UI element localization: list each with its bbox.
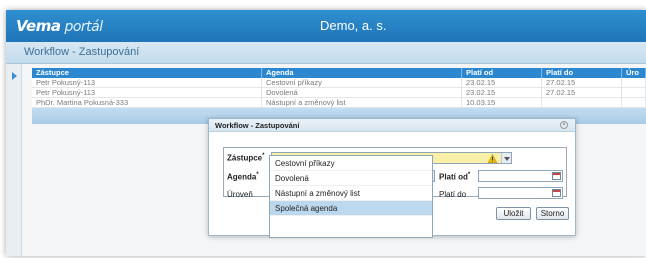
cell-plati-do: 27.02.15 [542, 78, 622, 87]
close-icon[interactable]: × [560, 121, 568, 129]
cell-zastupce: Petr Pokusný-113 [32, 78, 262, 87]
calendar-icon[interactable] [552, 189, 561, 197]
module-bar: Workflow - Zastupování [6, 42, 646, 64]
agenda-label: Agenda* [227, 172, 259, 182]
vema-logo[interactable]: Vema portál [16, 17, 103, 35]
plati-od-date-input[interactable] [478, 170, 563, 182]
logo-tail: portál [64, 19, 103, 35]
cell-plati-od: 10.03.15 [462, 98, 542, 107]
cell-agenda: Dovolená [262, 88, 462, 97]
cell-plati-do [542, 98, 622, 107]
cell-uroven [622, 78, 646, 87]
agenda-dropdown-list: Cestovní příkazy Dovolená Nástupní a změ… [269, 155, 433, 238]
table-row[interactable]: Petr Pokusný-113 Dovolená 23.02.15 27.02… [32, 88, 646, 98]
cell-plati-od: 23.02.15 [462, 78, 542, 87]
left-panel-strip [6, 64, 22, 256]
cell-uroven [622, 88, 646, 97]
cancel-button[interactable]: Storno [536, 207, 569, 220]
plati-od-label-text: Platí od [439, 172, 468, 182]
cell-uroven [622, 98, 646, 107]
plati-do-date-input[interactable] [478, 187, 563, 199]
plati-do-label: Platí do [439, 190, 467, 199]
calendar-icon[interactable] [552, 172, 561, 180]
cell-zastupce: Petr Pokusný-113 [32, 88, 262, 97]
cell-agenda: Nástupní a změnový list [262, 98, 462, 107]
list-item[interactable]: Společná agenda [270, 201, 432, 216]
list-item[interactable]: Cestovní příkazy [270, 156, 432, 171]
column-header-plati-do[interactable]: Platí do [542, 68, 622, 78]
list-item[interactable]: Dovolená [270, 171, 432, 186]
uroven-label: Úroveň [227, 190, 253, 199]
cell-plati-do: 27.02.15 [542, 88, 622, 97]
save-button[interactable]: Uložit [496, 207, 531, 220]
zastupce-label-text: Zástupce [227, 153, 263, 163]
warning-icon [488, 154, 497, 163]
column-header-uroven[interactable]: Úro [622, 68, 646, 78]
cell-plati-od: 23.02.15 [462, 88, 542, 97]
cell-zastupce: PhDr. Martina Pokusná-333 [32, 98, 262, 107]
company-name: Demo, a. s. [320, 18, 387, 33]
zastupce-label: Zástupce* [227, 153, 264, 163]
dialog-title: Workflow - Zastupování [215, 121, 300, 130]
list-item[interactable]: Nástupní a změnový list [270, 186, 432, 201]
top-bar: Vema portál Demo, a. s. [6, 10, 646, 42]
required-mark: * [262, 153, 265, 159]
grid-header: Zástupce Agenda Platí od Platí do Úro [32, 68, 646, 78]
cell-agenda: Cestovní příkazy [262, 78, 462, 87]
table-row[interactable]: Petr Pokusný-113 Cestovní příkazy 23.02.… [32, 78, 646, 88]
logo-main: Vema [16, 17, 61, 35]
column-header-plati-od[interactable]: Platí od [462, 68, 542, 78]
required-mark: * [256, 172, 259, 178]
expand-arrow-icon[interactable] [12, 72, 17, 80]
plati-od-label: Platí od* [439, 172, 470, 182]
substitution-grid: Zástupce Agenda Platí od Platí do Úro Pe… [32, 68, 646, 108]
column-header-zastupce[interactable]: Zástupce [32, 68, 262, 78]
column-header-agenda[interactable]: Agenda [262, 68, 462, 78]
chevron-down-icon[interactable] [501, 153, 511, 163]
table-row[interactable]: PhDr. Martina Pokusná-333 Nástupní a změ… [32, 98, 646, 108]
required-mark: * [467, 172, 471, 178]
module-title: Workflow - Zastupování [24, 46, 140, 58]
agenda-label-text: Agenda [227, 172, 257, 182]
dialog-titlebar: Workflow - Zastupování × [209, 119, 575, 132]
